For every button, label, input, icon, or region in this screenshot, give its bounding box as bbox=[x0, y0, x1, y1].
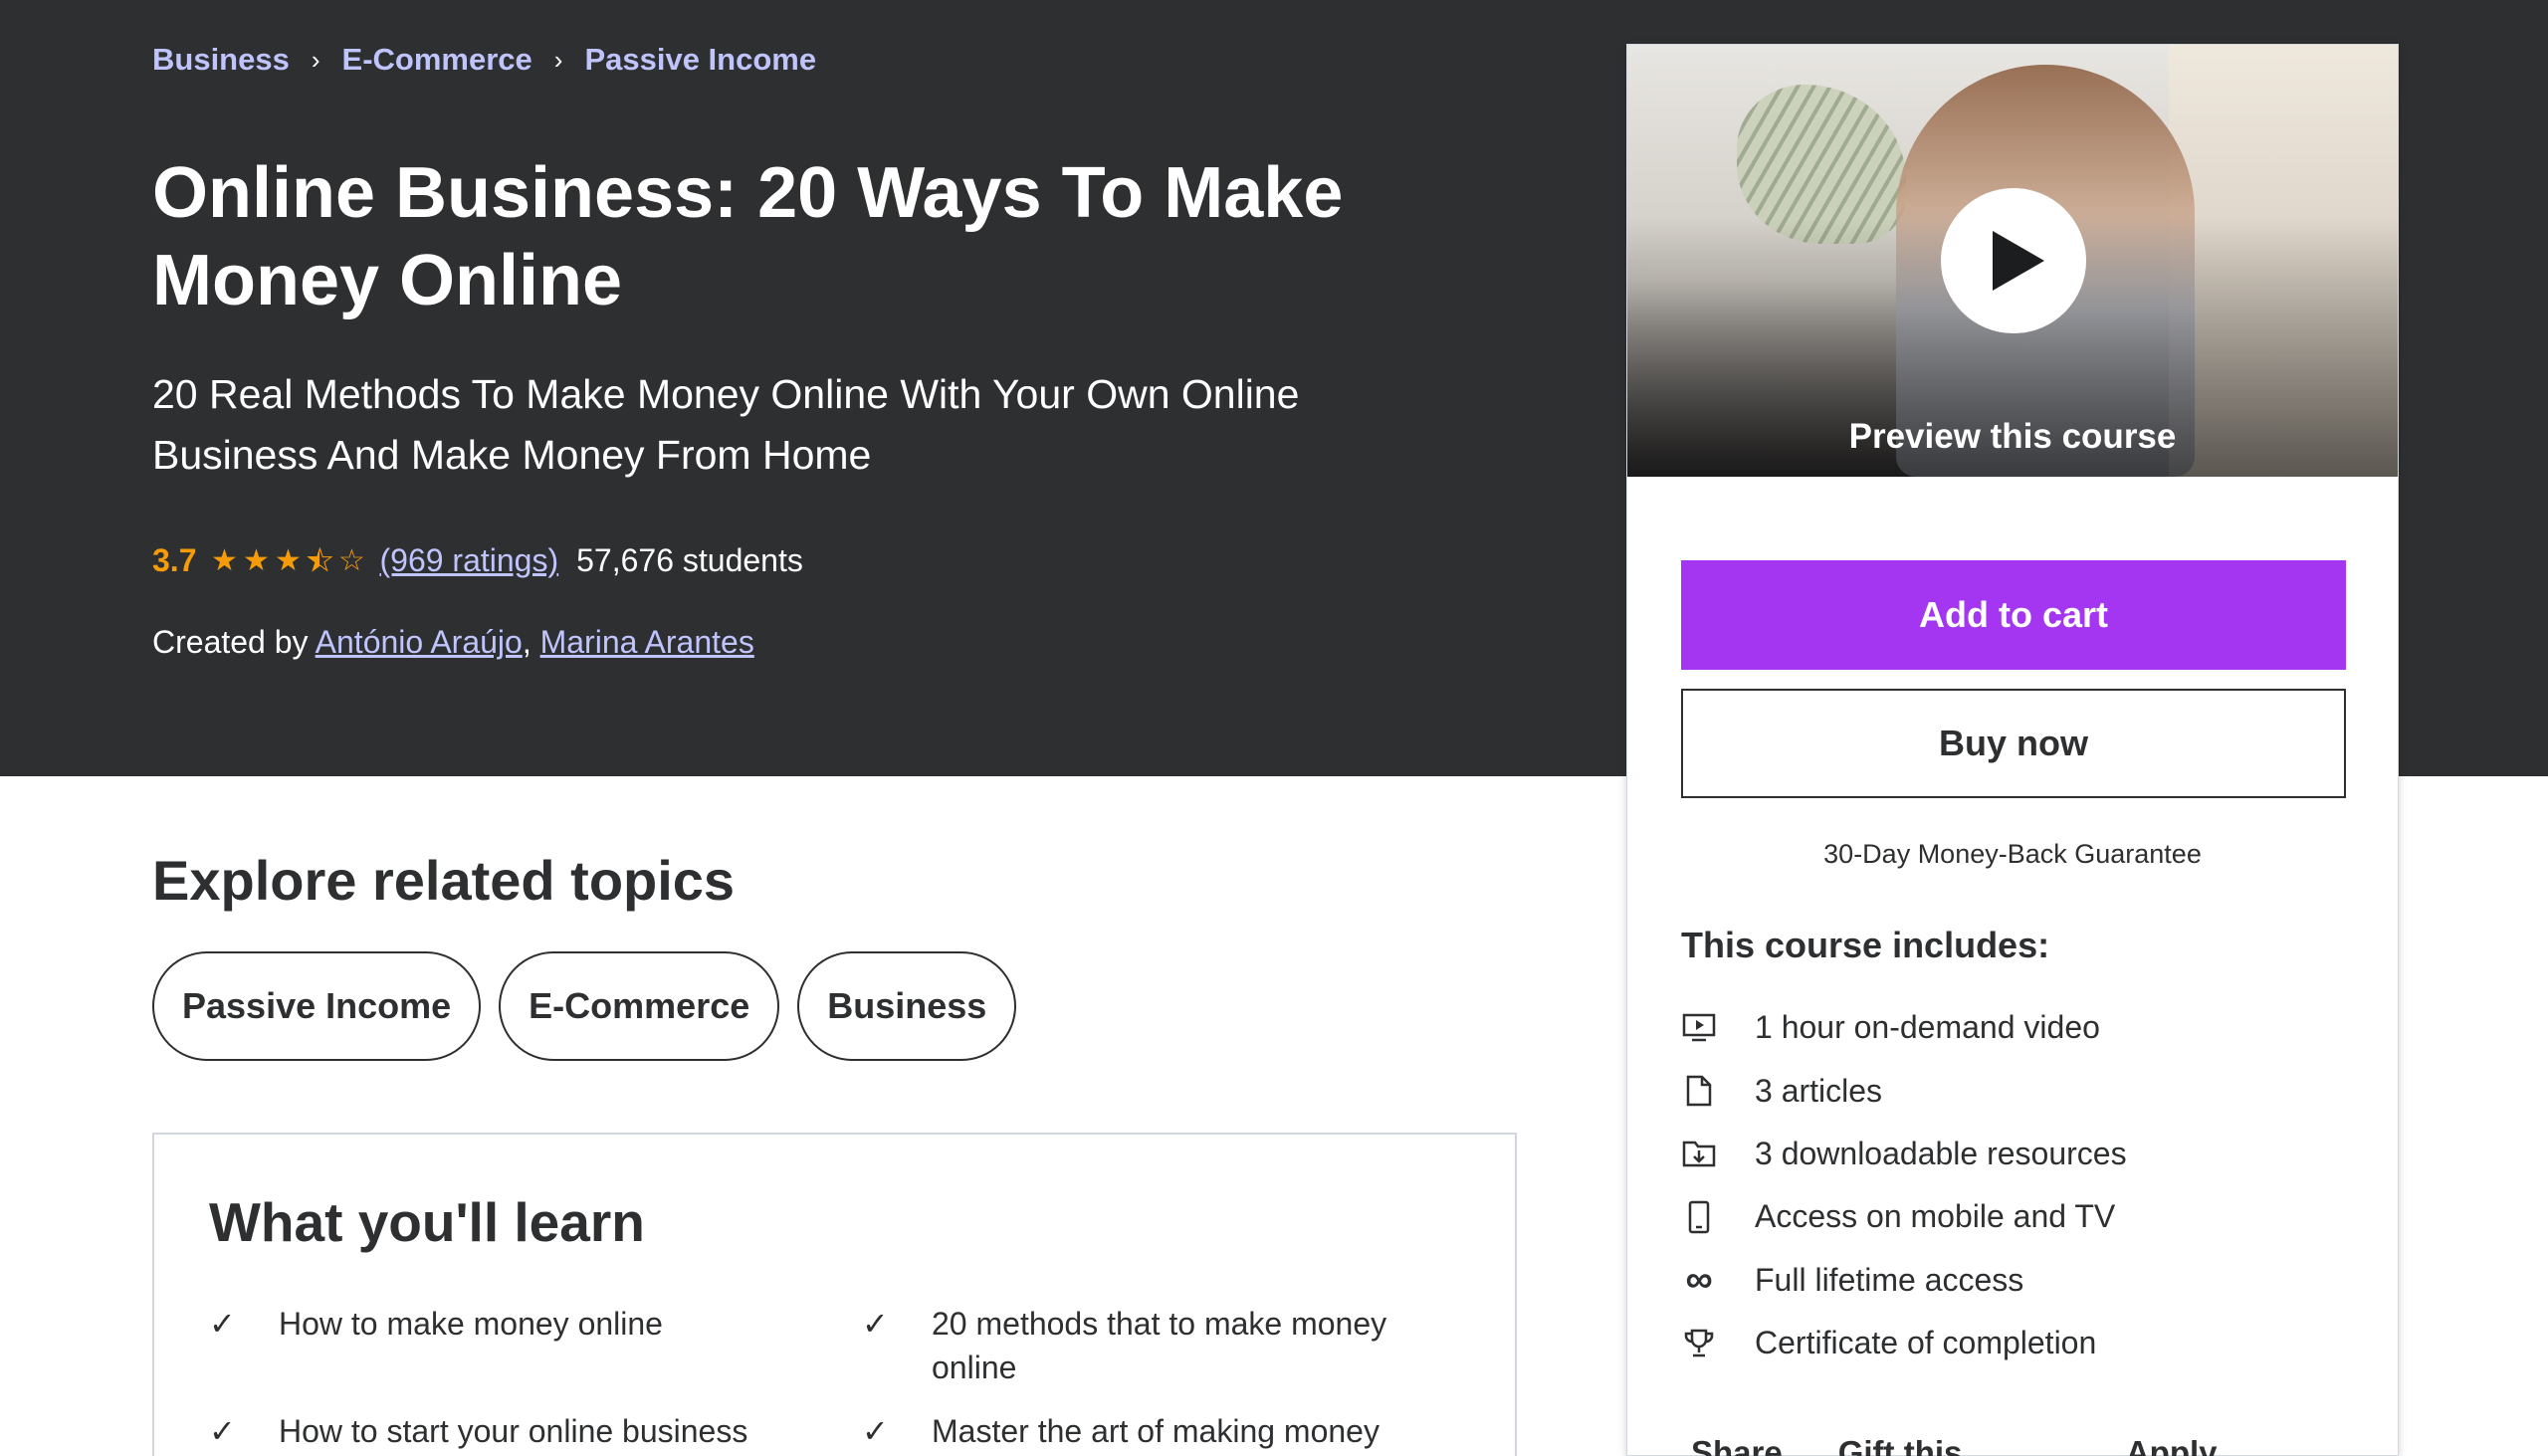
star-full-icon: ★ bbox=[211, 544, 238, 577]
play-button[interactable] bbox=[1941, 188, 2086, 333]
star-empty-icon: ☆ bbox=[338, 544, 365, 577]
learn-item: ✓ How to start your online business bbox=[209, 1409, 806, 1453]
check-icon: ✓ bbox=[209, 1306, 236, 1342]
course-preview-video[interactable]: Preview this course bbox=[1627, 45, 2398, 477]
created-by: Created by António Araújo, Marina Arante… bbox=[152, 624, 754, 661]
video-icon bbox=[1681, 1010, 1717, 1046]
what-you-learn-box: What you'll learn ✓ How to make money on… bbox=[152, 1133, 1517, 1456]
related-topics: Passive Income E-Commerce Business bbox=[152, 951, 1034, 1061]
play-icon bbox=[1993, 231, 2044, 291]
learn-item: ✓ Master the art of making money bbox=[862, 1409, 1439, 1453]
mobile-icon bbox=[1681, 1199, 1717, 1235]
card-links: Share Gift this course Apply Coupon bbox=[1691, 1434, 2398, 1456]
star-full-icon: ★ bbox=[275, 544, 302, 577]
topic-pill-business[interactable]: Business bbox=[797, 951, 1017, 1061]
topic-pill-passive-income[interactable]: Passive Income bbox=[152, 951, 482, 1061]
ratings-count-link[interactable]: (969 ratings) bbox=[379, 542, 558, 579]
learn-item-text: How to make money online bbox=[279, 1306, 663, 1342]
infinity-icon: ∞ bbox=[1685, 1258, 1713, 1301]
check-icon: ✓ bbox=[862, 1413, 889, 1449]
breadcrumb-item-passive-income[interactable]: Passive Income bbox=[584, 42, 816, 78]
rating-row: 3.7 ★ ★ ★ ★ ☆ (969 ratings) 57,676 stude… bbox=[152, 542, 803, 579]
learn-item-text: How to start your online business bbox=[279, 1413, 748, 1449]
chevron-right-icon: › bbox=[311, 44, 320, 75]
buy-now-button[interactable]: Buy now bbox=[1681, 689, 2346, 798]
star-full-icon: ★ bbox=[243, 544, 270, 577]
learn-item-text: Master the art of making money bbox=[932, 1413, 1380, 1449]
include-item-label: 3 articles bbox=[1755, 1072, 1883, 1109]
include-item-label: 1 hour on-demand video bbox=[1755, 1009, 2100, 1046]
money-back-guarantee: 30-Day Money-Back Guarantee bbox=[1823, 839, 2202, 869]
check-icon: ✓ bbox=[862, 1306, 889, 1342]
preview-label: Preview this course bbox=[1848, 417, 2177, 456]
breadcrumb-item-business[interactable]: Business bbox=[152, 42, 290, 78]
topic-pill-ecommerce[interactable]: E-Commerce bbox=[499, 951, 780, 1061]
share-link[interactable]: Share bbox=[1691, 1434, 1783, 1456]
include-item: 3 articles bbox=[1681, 1059, 2127, 1122]
students-count: 57,676 students bbox=[576, 542, 803, 578]
created-by-label: Created by bbox=[152, 624, 309, 660]
include-item-label: Access on mobile and TV bbox=[1755, 1198, 2116, 1235]
course-title: Online Business: 20 Ways To Make Money O… bbox=[152, 153, 1344, 320]
file-icon bbox=[1681, 1073, 1717, 1109]
breadcrumb-item-ecommerce[interactable]: E-Commerce bbox=[342, 42, 532, 78]
instructor-link[interactable]: António Araújo bbox=[316, 624, 523, 660]
gift-course-link[interactable]: Gift this course bbox=[1838, 1434, 2070, 1456]
breadcrumb: Business › E-Commerce › Passive Income bbox=[152, 42, 816, 78]
include-item: Certificate of completion bbox=[1681, 1312, 2127, 1374]
include-item: 1 hour on-demand video bbox=[1681, 996, 2127, 1059]
learn-item: ✓ 20 methods that to make money online bbox=[862, 1302, 1439, 1389]
star-rating: ★ ★ ★ ★ ☆ bbox=[208, 543, 367, 578]
course-includes-title: This course includes: bbox=[1681, 925, 2050, 965]
include-item: Access on mobile and TV bbox=[1681, 1185, 2127, 1248]
learn-item-text: 20 methods that to make money online bbox=[932, 1306, 1387, 1385]
include-item-label: 3 downloadable resources bbox=[1755, 1135, 2127, 1171]
add-to-cart-button[interactable]: Add to cart bbox=[1681, 560, 2346, 670]
download-folder-icon bbox=[1681, 1136, 1717, 1171]
apply-coupon-link[interactable]: Apply Coupon bbox=[2126, 1434, 2342, 1456]
include-item: ∞ Full lifetime access bbox=[1681, 1249, 2127, 1312]
course-includes-list: 1 hour on-demand video 3 articles 3 down… bbox=[1681, 996, 2127, 1374]
include-item-label: Full lifetime access bbox=[1755, 1261, 2024, 1298]
trophy-icon bbox=[1681, 1326, 1717, 1361]
instructor-link[interactable]: Marina Arantes bbox=[540, 624, 754, 660]
learn-item: ✓ How to make money online bbox=[209, 1302, 806, 1346]
instructor-separator: , bbox=[522, 624, 531, 660]
course-subtitle: 20 Real Methods To Make Money Online Wit… bbox=[152, 371, 1300, 478]
include-item: 3 downloadable resources bbox=[1681, 1123, 2127, 1185]
purchase-card: Preview this course Add to cart Buy now … bbox=[1626, 44, 2399, 1456]
include-item-label: Certificate of completion bbox=[1755, 1325, 2097, 1361]
star-half-icon: ★ bbox=[304, 543, 335, 578]
what-you-learn-title: What you'll learn bbox=[209, 1191, 645, 1253]
explore-topics-title: Explore related topics bbox=[152, 849, 736, 912]
check-icon: ✓ bbox=[209, 1413, 236, 1449]
rating-value: 3.7 bbox=[152, 542, 197, 578]
chevron-right-icon: › bbox=[553, 44, 563, 75]
